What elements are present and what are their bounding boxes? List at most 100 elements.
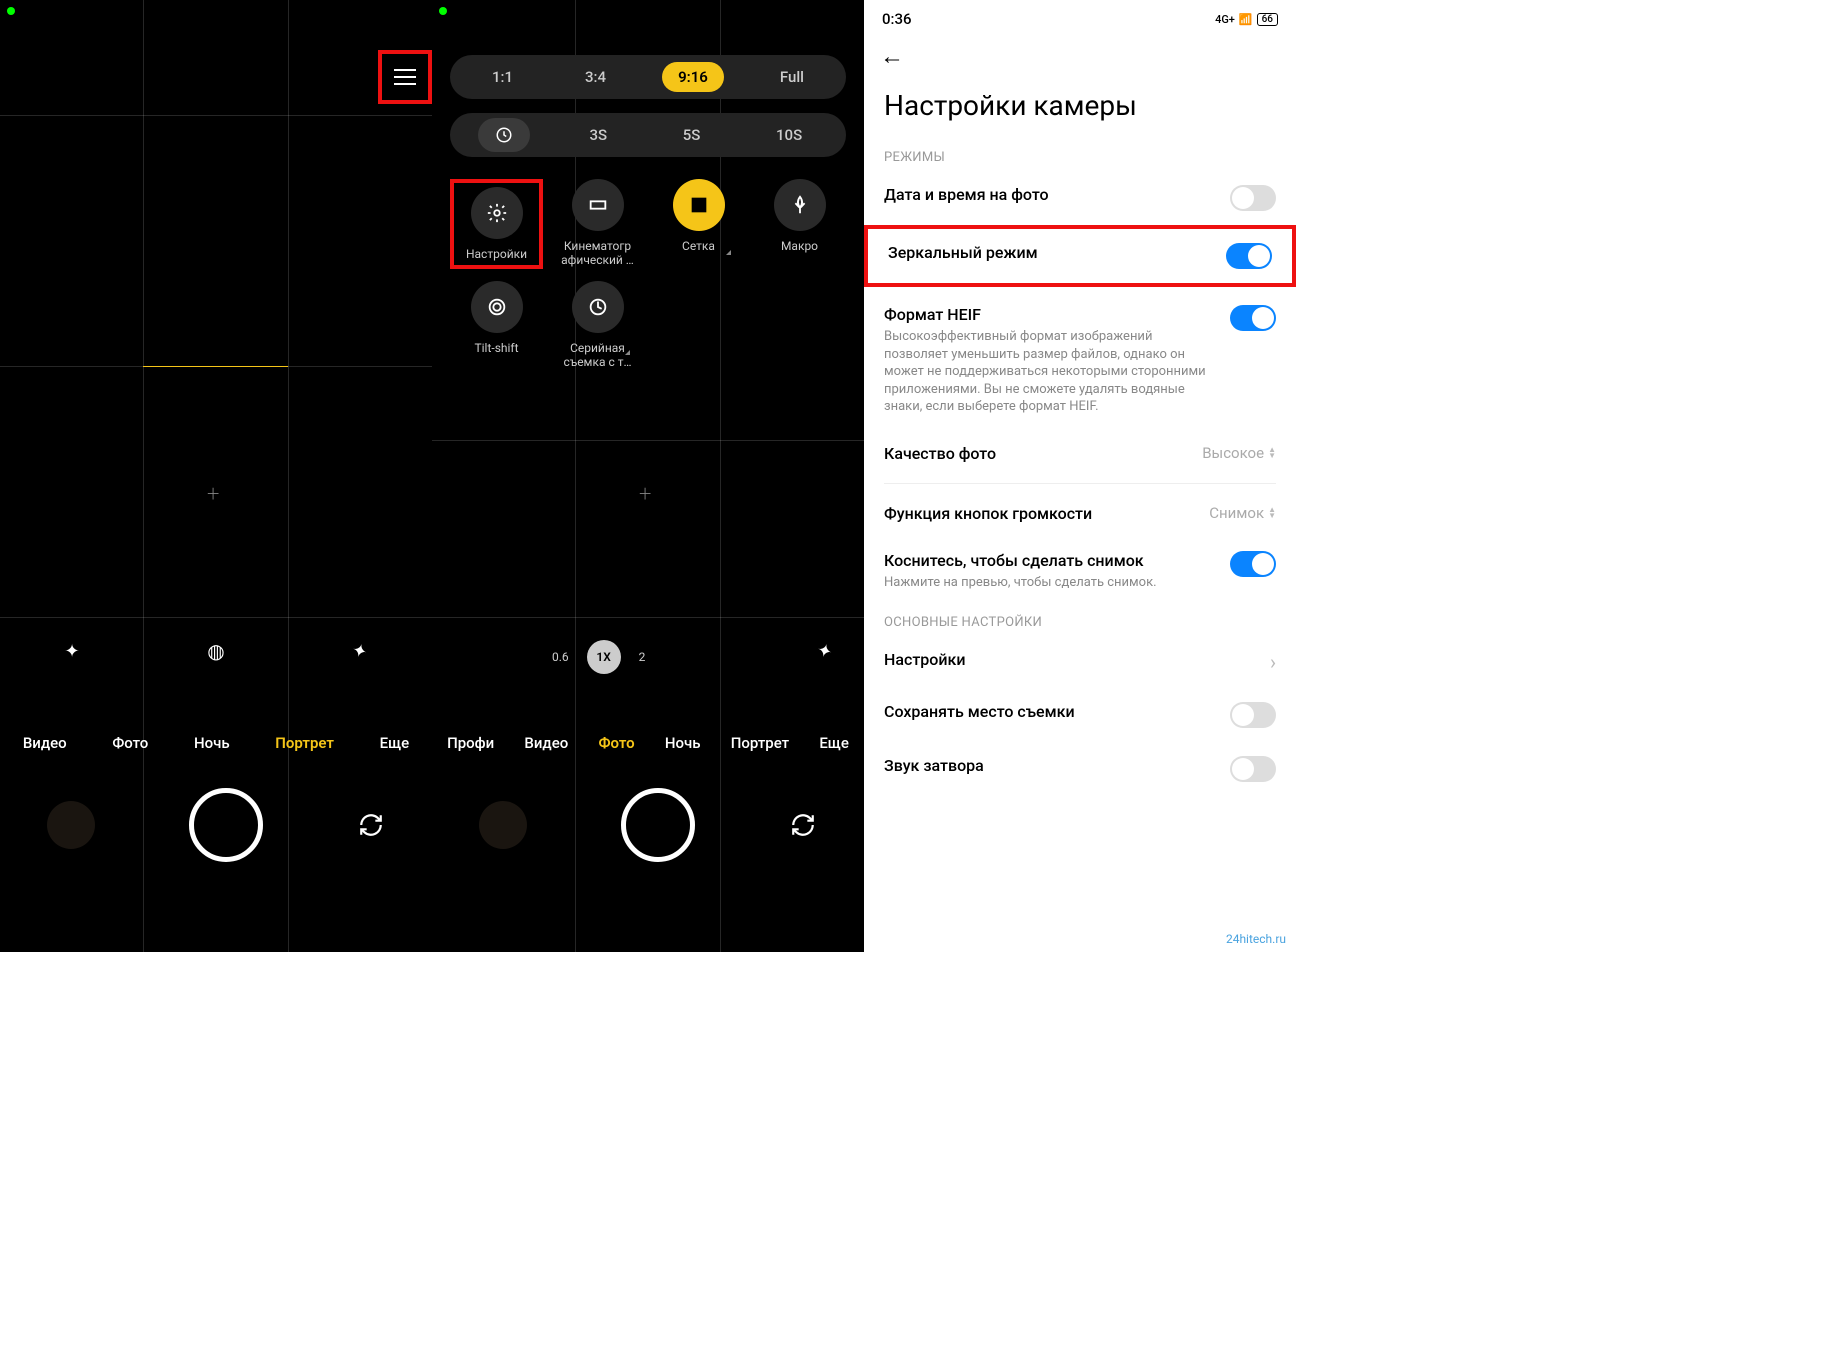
gallery-thumbnail[interactable] bbox=[479, 801, 527, 849]
back-button[interactable]: ← bbox=[864, 32, 1296, 81]
aperture-icon[interactable] bbox=[205, 640, 227, 662]
tool-grid-on[interactable]: Сетка bbox=[652, 179, 745, 269]
row-shutter-sound[interactable]: Звук затвора bbox=[864, 742, 1296, 796]
tool-macro[interactable]: Макро bbox=[753, 179, 846, 269]
mode-portrait[interactable]: Портрет bbox=[731, 734, 789, 752]
zoom-selector[interactable]: 0.6 1X 2 bbox=[552, 640, 645, 674]
mode-portrait[interactable]: Портрет bbox=[275, 734, 334, 752]
tool-cinematic[interactable]: Кинематогр афический … bbox=[551, 179, 644, 269]
row-tap-shoot[interactable]: Коснитесь, чтобы сделать снимок Нажмите … bbox=[864, 537, 1296, 606]
divider bbox=[884, 483, 1276, 484]
volume-value[interactable]: Снимок ▲▼ bbox=[1209, 504, 1276, 522]
status-time: 0:36 bbox=[882, 10, 912, 28]
recording-indicator bbox=[439, 7, 447, 15]
tool-settings[interactable]: Настройки bbox=[450, 179, 543, 269]
row-title: Звук затвора bbox=[884, 756, 1216, 775]
watermark-text: 24hitech.ru bbox=[1226, 932, 1286, 946]
row-title: Дата и время на фото bbox=[884, 185, 1216, 204]
row-title: Формат HEIF bbox=[884, 305, 1216, 324]
filters-icon[interactable] bbox=[814, 640, 836, 662]
row-subtitle: Нажмите на превью, чтобы сделать снимок. bbox=[884, 574, 1216, 592]
toggle-mirror[interactable] bbox=[1226, 243, 1272, 269]
row-volume-fn[interactable]: Функция кнопок громкости Снимок ▲▼ bbox=[864, 490, 1296, 537]
gridline bbox=[432, 617, 864, 618]
switch-camera-icon[interactable] bbox=[357, 811, 385, 839]
tool-label: Сетка bbox=[682, 239, 715, 253]
camera-quick-menu: 1:1 3:4 9:16 Full 3S 5S 10S Настройки bbox=[450, 55, 846, 369]
shutter-row bbox=[432, 788, 864, 862]
focus-guide bbox=[143, 366, 288, 367]
mode-more[interactable]: Еще bbox=[380, 734, 410, 752]
shutter-button[interactable] bbox=[621, 788, 695, 862]
timer-off-icon[interactable] bbox=[478, 118, 530, 152]
row-datetime[interactable]: Дата и время на фото bbox=[864, 171, 1296, 225]
row-heif[interactable]: Формат HEIF Высокоэффективный формат изо… bbox=[864, 291, 1296, 430]
crosshair-icon: + bbox=[639, 482, 651, 507]
hamburger-icon[interactable] bbox=[394, 69, 416, 85]
toggle-location[interactable] bbox=[1230, 702, 1276, 728]
aspect-9-16[interactable]: 9:16 bbox=[662, 62, 724, 92]
mode-selector[interactable]: Профи Видео Фото Ночь Портрет Еще bbox=[432, 734, 864, 752]
mode-selector[interactable]: Видео Фото Ночь Портрет Еще bbox=[0, 734, 432, 752]
gallery-thumbnail[interactable] bbox=[47, 801, 95, 849]
gridline bbox=[432, 440, 864, 441]
aspect-ratio-selector[interactable]: 1:1 3:4 9:16 Full bbox=[450, 55, 846, 99]
crosshair-icon: + bbox=[207, 482, 219, 507]
zoom-1x[interactable]: 1X bbox=[587, 640, 621, 674]
mode-night[interactable]: Ночь bbox=[665, 734, 701, 752]
tool-label: Tilt-shift bbox=[474, 341, 518, 355]
row-title: Зеркальный режим bbox=[888, 243, 1212, 262]
mode-photo[interactable]: Фото bbox=[598, 734, 634, 752]
camera-settings-screen: 0:36 4G+ 📶 66 ← Настройки камеры РЕЖИМЫ … bbox=[864, 0, 1296, 952]
timer-5s[interactable]: 5S bbox=[667, 120, 717, 150]
toggle-heif[interactable] bbox=[1230, 305, 1276, 331]
zoom-06[interactable]: 0.6 bbox=[552, 650, 569, 664]
aspect-full[interactable]: Full bbox=[764, 62, 820, 92]
mode-photo[interactable]: Фото bbox=[112, 734, 148, 752]
tool-tiltshift[interactable]: Tilt-shift bbox=[450, 281, 543, 369]
row-mirror[interactable]: Зеркальный режим bbox=[868, 229, 1292, 283]
recording-indicator bbox=[7, 7, 15, 15]
toggle-datetime[interactable] bbox=[1230, 185, 1276, 211]
status-bar: 0:36 4G+ 📶 66 bbox=[864, 0, 1296, 32]
timer-3s[interactable]: 3S bbox=[573, 120, 623, 150]
tool-label: Настройки bbox=[466, 247, 527, 261]
submenu-indicator-icon bbox=[625, 350, 630, 355]
updown-icon: ▲▼ bbox=[1268, 507, 1276, 519]
network-icon: 4G+ bbox=[1215, 13, 1235, 26]
mode-more[interactable]: Еще bbox=[819, 734, 849, 752]
row-title: Сохранять место съемки bbox=[884, 702, 1216, 721]
toggle-shutter-sound[interactable] bbox=[1230, 756, 1276, 782]
filters-icon[interactable] bbox=[349, 640, 371, 662]
shutter-button[interactable] bbox=[189, 788, 263, 862]
row-settings-link[interactable]: Настройки › bbox=[864, 636, 1296, 688]
mode-video[interactable]: Видео bbox=[23, 734, 67, 752]
tool-burst[interactable]: Серийная съемка с т… bbox=[551, 281, 644, 369]
section-modes-label: РЕЖИМЫ bbox=[864, 140, 1296, 171]
mode-night[interactable]: Ночь bbox=[194, 734, 230, 752]
row-subtitle: Высокоэффективный формат изображений поз… bbox=[884, 328, 1216, 416]
timer-selector[interactable]: 3S 5S 10S bbox=[450, 113, 846, 157]
tool-label: Кинематогр афический … bbox=[551, 239, 644, 267]
aspect-3-4[interactable]: 3:4 bbox=[569, 62, 622, 92]
row-quality[interactable]: Качество фото Высокое ▲▼ bbox=[864, 430, 1296, 477]
aspect-1-1[interactable]: 1:1 bbox=[476, 62, 529, 92]
chevron-right-icon: › bbox=[1270, 650, 1276, 674]
mirror-mode-highlight: Зеркальный режим bbox=[864, 225, 1296, 287]
tool-label: Серийная съемка с т… bbox=[551, 341, 644, 369]
toggle-tap[interactable] bbox=[1230, 551, 1276, 577]
mode-pro[interactable]: Профи bbox=[447, 734, 494, 752]
quality-value[interactable]: Высокое ▲▼ bbox=[1202, 444, 1276, 462]
row-title: Настройки bbox=[884, 650, 1256, 669]
updown-icon: ▲▼ bbox=[1268, 447, 1276, 459]
switch-camera-icon[interactable] bbox=[789, 811, 817, 839]
tool-label: Макро bbox=[781, 239, 818, 253]
row-title: Качество фото bbox=[884, 444, 1188, 463]
zoom-2[interactable]: 2 bbox=[639, 650, 646, 664]
page-title: Настройки камеры bbox=[864, 81, 1296, 140]
timer-10s[interactable]: 10S bbox=[760, 120, 818, 150]
row-save-location[interactable]: Сохранять место съемки bbox=[864, 688, 1296, 742]
battery-icon: 66 bbox=[1257, 13, 1278, 26]
mode-video[interactable]: Видео bbox=[524, 734, 568, 752]
beauty-icon[interactable] bbox=[61, 640, 83, 662]
